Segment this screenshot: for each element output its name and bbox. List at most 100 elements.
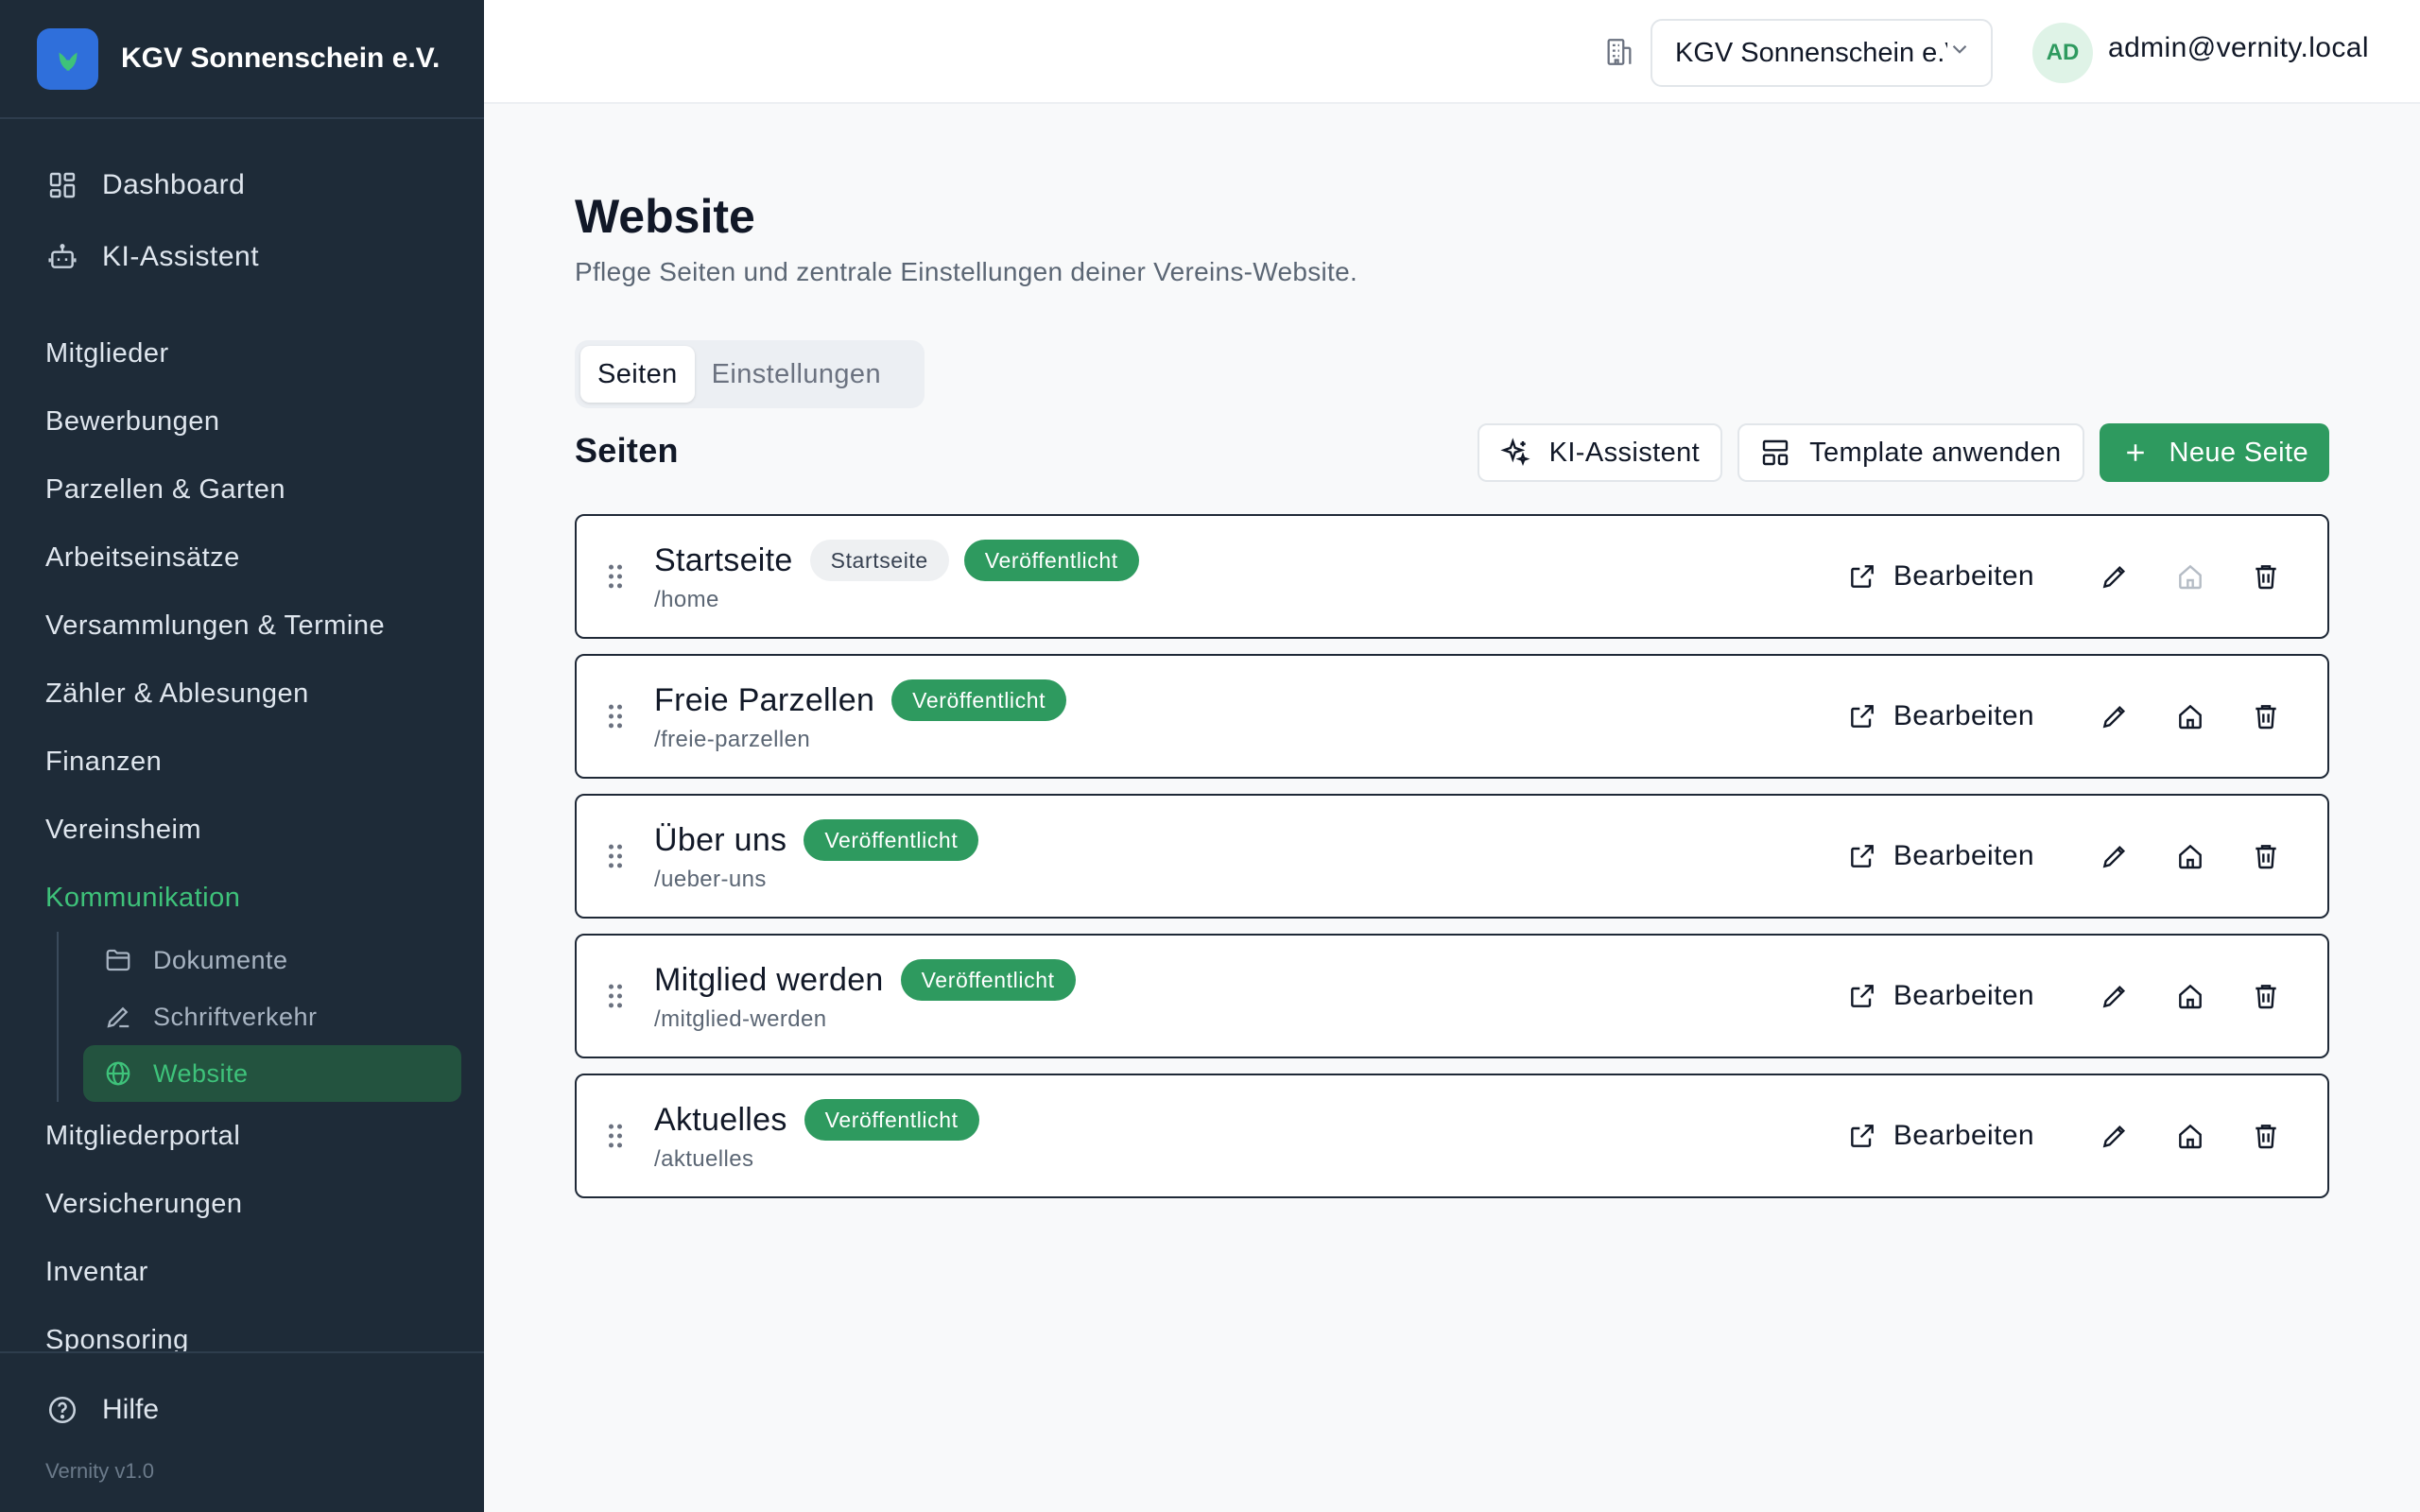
help-link[interactable]: Hilfe	[0, 1374, 484, 1446]
trash-icon[interactable]	[2242, 833, 2290, 880]
edit-page-label: Bearbeiten	[1893, 980, 2034, 1011]
folder-icon	[102, 944, 134, 976]
sidebar-item-inventar[interactable]: Inventar	[0, 1238, 484, 1306]
status-badge: Veröffentlicht	[891, 679, 1067, 721]
trash-icon[interactable]	[2242, 1112, 2290, 1160]
pencil-icon[interactable]	[2091, 972, 2138, 1020]
page-slug: /home	[654, 587, 719, 612]
template-button-label: Template anwenden	[1809, 437, 2062, 468]
building-icon	[1603, 36, 1635, 68]
sidebar-item-ki-assistent[interactable]: KI-Assistent	[0, 221, 484, 293]
edit-page-button[interactable]: Bearbeiten	[1846, 980, 2034, 1012]
sidebar-item-label: Dashboard	[102, 169, 246, 200]
pencil-icon[interactable]	[2091, 1112, 2138, 1160]
new-page-button-label: Neue Seite	[2169, 437, 2308, 468]
pencil-icon[interactable]	[2091, 693, 2138, 740]
external-link-icon	[1846, 700, 1878, 732]
app-version: Vernity v1.0	[45, 1459, 154, 1483]
edit-page-label: Bearbeiten	[1893, 560, 2034, 592]
page-title-text: Freie Parzellen	[654, 681, 875, 718]
home-icon[interactable]	[2167, 693, 2214, 740]
organization-select[interactable]: KGV Sonnenschein e.V.	[1651, 19, 1993, 87]
help-label: Hilfe	[102, 1394, 160, 1425]
dashboard-icon	[45, 168, 79, 202]
external-link-icon	[1846, 980, 1878, 1012]
avatar[interactable]: AD	[2032, 23, 2093, 83]
drag-handle-icon[interactable]	[577, 702, 654, 730]
list-item: Startseite Startseite Veröffentlicht /ho…	[575, 514, 2329, 639]
list-item: Über uns Veröffentlicht /ueber-uns Bearb…	[575, 794, 2329, 919]
help-circle-icon	[45, 1393, 79, 1427]
page-slug: /freie-parzellen	[654, 727, 811, 752]
page-title-text: Über uns	[654, 821, 787, 858]
page-slug: /mitglied-werden	[654, 1006, 827, 1032]
pencil-icon[interactable]	[2091, 833, 2138, 880]
main-content: Website Pflege Seiten und zentrale Einst…	[575, 189, 2329, 1198]
page-title-text: Mitglied werden	[654, 961, 884, 998]
drag-handle-icon[interactable]	[577, 1122, 654, 1150]
chevron-down-icon	[1947, 37, 1972, 69]
sidebar-subitem-schriftverkehr[interactable]: Schriftverkehr	[83, 988, 461, 1045]
sidebar-item-versammlungen[interactable]: Versammlungen & Termine	[0, 592, 484, 660]
sparkles-icon	[1499, 438, 1530, 468]
home-icon[interactable]	[2167, 833, 2214, 880]
ki-assistent-button[interactable]: KI-Assistent	[1477, 423, 1723, 482]
tab-bar: Seiten Einstellungen	[575, 340, 925, 408]
edit-page-label: Bearbeiten	[1893, 840, 2034, 871]
sidebar-item-finanzen[interactable]: Finanzen	[0, 728, 484, 796]
edit-page-label: Bearbeiten	[1893, 700, 2034, 731]
section-title: Seiten	[575, 431, 679, 470]
brand[interactable]: KGV Sonnenschein e.V.	[0, 0, 484, 119]
page-title-text: Startseite	[654, 541, 793, 578]
drag-handle-icon[interactable]	[577, 842, 654, 870]
sidebar-subitem-website[interactable]: Website	[83, 1045, 461, 1102]
sidebar-subitem-label: Website	[153, 1058, 249, 1088]
leaf-logo-icon	[37, 27, 98, 90]
list-item: Aktuelles Veröffentlicht /aktuelles Bear…	[575, 1074, 2329, 1198]
list-item: Mitglied werden Veröffentlicht /mitglied…	[575, 934, 2329, 1058]
trash-icon[interactable]	[2242, 553, 2290, 600]
page-actions: KI-Assistent Template anwenden Neue Seit…	[1477, 423, 2329, 482]
layout-template-icon	[1760, 438, 1790, 468]
tab-einstellungen[interactable]: Einstellungen	[695, 346, 898, 403]
trash-icon[interactable]	[2242, 693, 2290, 740]
pencil-icon[interactable]	[2091, 553, 2138, 600]
sidebar-item-mitgliederportal[interactable]: Mitgliederportal	[0, 1102, 484, 1170]
plus-icon	[2120, 438, 2151, 468]
external-link-icon	[1846, 840, 1878, 872]
sidebar-item-kommunikation[interactable]: Kommunikation	[0, 864, 484, 932]
sidebar-item-sponsoring[interactable]: Sponsoring	[0, 1306, 484, 1352]
sidebar-item-vereinsheim[interactable]: Vereinsheim	[0, 796, 484, 864]
template-button[interactable]: Template anwenden	[1737, 423, 2084, 482]
status-badge: Veröffentlicht	[804, 819, 979, 861]
status-badge: Veröffentlicht	[900, 959, 1076, 1001]
edit-page-button[interactable]: Bearbeiten	[1846, 840, 2034, 872]
status-badge: Veröffentlicht	[804, 1099, 979, 1141]
home-badge: Startseite	[809, 540, 949, 581]
edit-page-button[interactable]: Bearbeiten	[1846, 1120, 2034, 1152]
page-slug: /ueber-uns	[654, 867, 767, 892]
sidebar-item-zaehler[interactable]: Zähler & Ablesungen	[0, 660, 484, 728]
new-page-button[interactable]: Neue Seite	[2099, 423, 2329, 482]
drag-handle-icon[interactable]	[577, 562, 654, 591]
drag-handle-icon[interactable]	[577, 982, 654, 1010]
sidebar-item-arbeitseinsaetze[interactable]: Arbeitseinsätze	[0, 524, 484, 592]
edit-page-button[interactable]: Bearbeiten	[1846, 700, 2034, 732]
sidebar-item-mitglieder[interactable]: Mitglieder	[0, 319, 484, 387]
sidebar-footer: Hilfe Vernity v1.0	[0, 1351, 484, 1512]
trash-icon[interactable]	[2242, 972, 2290, 1020]
tab-seiten[interactable]: Seiten	[580, 346, 695, 403]
sidebar-item-parzellen[interactable]: Parzellen & Garten	[0, 455, 484, 524]
sidebar-item-versicherungen[interactable]: Versicherungen	[0, 1170, 484, 1238]
home-icon[interactable]	[2167, 1112, 2214, 1160]
user-email[interactable]: admin@vernity.local	[2108, 32, 2369, 64]
edit-page-button[interactable]: Bearbeiten	[1846, 560, 2034, 593]
sidebar-subitem-dokumente[interactable]: Dokumente	[83, 932, 461, 988]
bot-icon	[45, 240, 79, 274]
sidebar-item-label: KI-Assistent	[102, 241, 260, 272]
sidebar-item-bewerbungen[interactable]: Bewerbungen	[0, 387, 484, 455]
home-icon[interactable]	[2167, 972, 2214, 1020]
sidebar-item-dashboard[interactable]: Dashboard	[0, 149, 484, 221]
pen-icon	[102, 1001, 134, 1033]
organization-select-value: KGV Sonnenschein e.V.	[1675, 37, 1947, 68]
